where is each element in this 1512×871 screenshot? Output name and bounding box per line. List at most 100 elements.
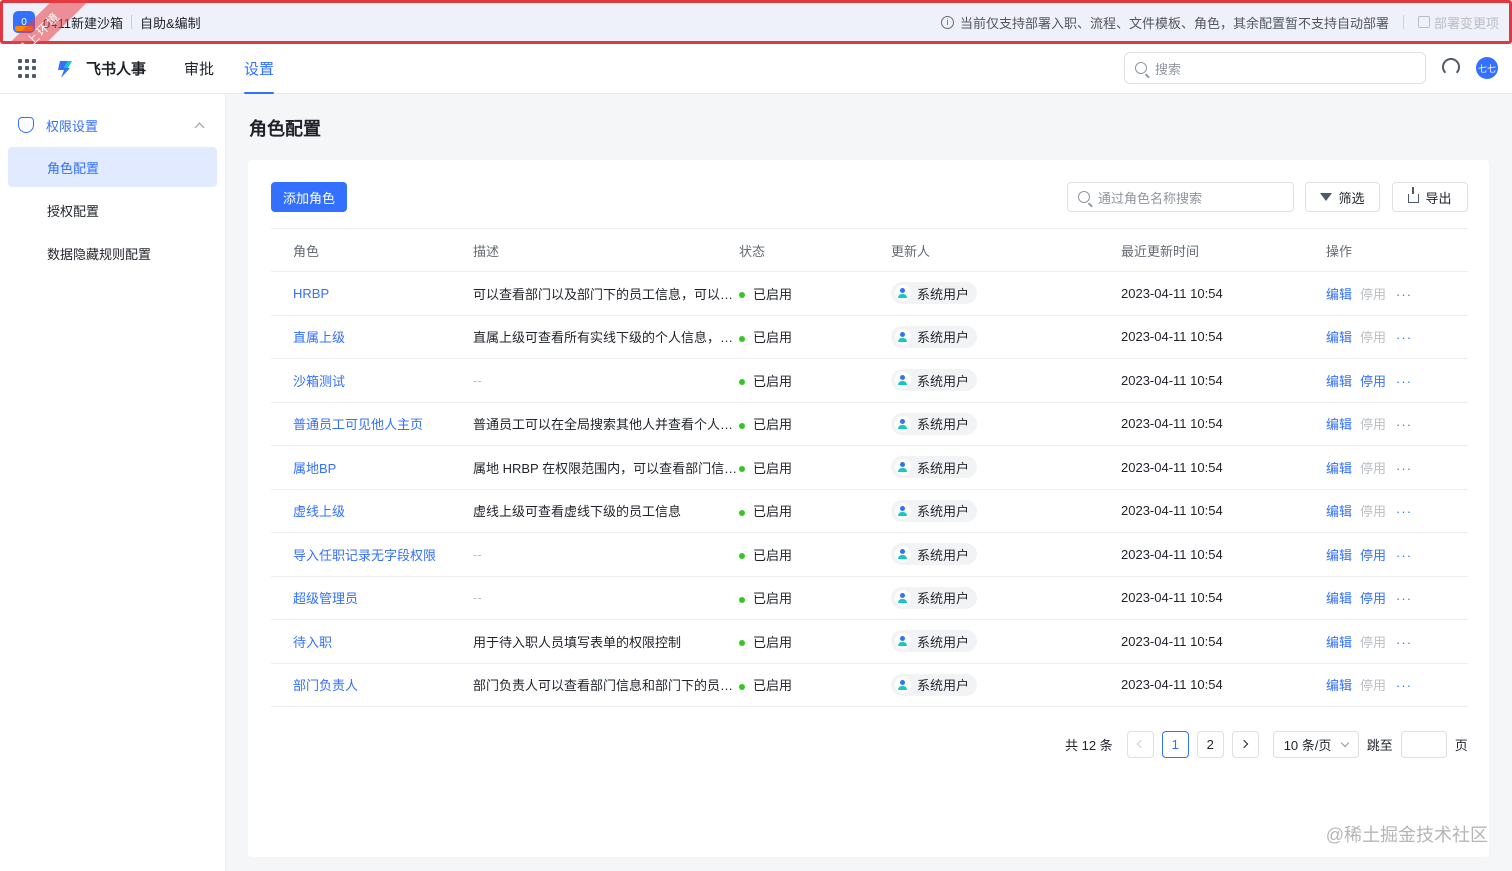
edit-button[interactable]: 编辑 xyxy=(1326,374,1352,389)
page-size-select[interactable]: 10 条/页 xyxy=(1272,730,1359,758)
status-dot-icon xyxy=(739,379,745,386)
filter-label: 筛选 xyxy=(1338,190,1365,206)
sidebar-item-auth-config[interactable]: 授权配置 xyxy=(8,190,217,230)
sandbox-mode[interactable]: 自助&编制 xyxy=(140,13,201,32)
user-tag: 系统用户 xyxy=(891,499,978,522)
page-button-1[interactable]: 1 xyxy=(1161,730,1189,758)
headset-icon[interactable] xyxy=(1442,58,1460,76)
role-actions: 编辑 停用 ··· xyxy=(1304,489,1468,533)
page-suffix: 页 xyxy=(1454,737,1468,753)
page-button-2[interactable]: 2 xyxy=(1196,730,1224,758)
more-icon[interactable]: ··· xyxy=(1396,591,1412,606)
disable-button: 停用 xyxy=(1360,460,1387,476)
role-description: 属地 HRBP 在权限范围内，可以查看部门信息… xyxy=(451,445,739,490)
more-icon[interactable]: ··· xyxy=(1396,548,1412,563)
table-row: 超级管理员 -- 已启用 系统用户 2023-04-11 10:54 编辑 停用 ··· xyxy=(271,576,1468,620)
system-user-icon xyxy=(895,372,911,389)
role-status: 已启用 xyxy=(739,489,869,533)
role-name-link[interactable]: 直属上级 xyxy=(271,315,451,359)
edit-button[interactable]: 编辑 xyxy=(1326,591,1352,606)
role-status: 已启用 xyxy=(739,315,869,359)
sandbox-badge-icon[interactable]: 0 xyxy=(13,11,35,33)
role-search-input[interactable]: 通过角色名称搜索 xyxy=(1067,182,1294,212)
status-dot-icon xyxy=(739,335,745,342)
prev-page-button[interactable] xyxy=(1126,730,1154,758)
updater-name: 系统用户 xyxy=(917,330,970,346)
system-user-icon xyxy=(895,502,911,519)
sidebar-item-role-config[interactable]: 角色配置 xyxy=(8,147,217,187)
role-updated-time: 2023-04-11 10:54 xyxy=(1099,358,1304,403)
edit-button[interactable]: 编辑 xyxy=(1326,461,1352,476)
next-page-button[interactable] xyxy=(1231,730,1259,758)
more-icon[interactable]: ··· xyxy=(1396,417,1412,432)
sidebar-group-permissions[interactable]: 权限设置 xyxy=(8,103,217,147)
role-actions: 编辑 停用 ··· xyxy=(1304,271,1468,316)
role-actions: 编辑 停用 ··· xyxy=(1304,532,1468,577)
role-actions: 编辑 停用 ··· xyxy=(1304,445,1468,490)
user-tag: 系统用户 xyxy=(891,630,978,653)
app-name[interactable]: 飞书人事 xyxy=(86,58,146,79)
table-row: HRBP 可以查看部门以及部门下的员工信息，可以发… 已启用 系统用户 2023-04-… xyxy=(271,271,1468,316)
more-icon[interactable]: ··· xyxy=(1396,504,1412,519)
page-size-value: 10 条/页 xyxy=(1283,737,1332,753)
role-description-text: -- xyxy=(473,546,482,562)
user-tag: 系统用户 xyxy=(891,369,978,392)
column-header-role: 角色 xyxy=(271,228,451,272)
shield-icon xyxy=(18,117,34,133)
tab-approval[interactable]: 审批 xyxy=(184,44,214,94)
sidebar-group-label: 权限设置 xyxy=(46,118,99,134)
add-role-button[interactable]: 添加角色 xyxy=(271,182,347,212)
role-name-link[interactable]: 部门负责人 xyxy=(271,663,451,707)
deploy-icon xyxy=(1417,16,1430,28)
more-icon[interactable]: ··· xyxy=(1396,678,1412,693)
role-name-link[interactable]: 超级管理员 xyxy=(271,576,451,620)
chevron-left-icon xyxy=(1136,739,1146,749)
role-updated-time: 2023-04-11 10:54 xyxy=(1099,532,1304,577)
more-icon[interactable]: ··· xyxy=(1396,287,1412,302)
role-actions: 编辑 停用 ··· xyxy=(1304,358,1468,403)
jump-label: 跳至 xyxy=(1366,737,1393,753)
export-button[interactable]: 导出 xyxy=(1392,182,1468,212)
more-icon[interactable]: ··· xyxy=(1396,461,1412,476)
sandbox-name[interactable]: 0411新建沙箱 xyxy=(43,13,123,32)
edit-button[interactable]: 编辑 xyxy=(1326,504,1352,519)
disable-button[interactable]: 停用 xyxy=(1360,548,1386,563)
app-grid-icon[interactable] xyxy=(18,58,38,79)
role-name-link[interactable]: 待入职 xyxy=(271,619,451,664)
disable-button[interactable]: 停用 xyxy=(1360,374,1386,389)
disable-button[interactable]: 停用 xyxy=(1360,591,1386,606)
top-nav: 飞书人事 审批 设置 搜索 七七 xyxy=(0,44,1512,94)
role-name-link[interactable]: 沙箱测试 xyxy=(271,358,451,403)
user-tag: 系统用户 xyxy=(891,412,978,435)
status-dot-icon xyxy=(739,683,745,690)
edit-button[interactable]: 编辑 xyxy=(1326,417,1352,432)
disable-button: 停用 xyxy=(1360,634,1387,650)
jump-page-input[interactable] xyxy=(1400,730,1447,758)
role-name-link[interactable]: 普通员工可见他人主页 xyxy=(271,402,451,446)
edit-button[interactable]: 编辑 xyxy=(1326,548,1352,563)
feishu-people-logo-icon xyxy=(58,60,72,78)
more-icon[interactable]: ··· xyxy=(1396,635,1412,650)
role-name-link[interactable]: 导入任职记录无字段权限 xyxy=(271,532,451,577)
global-search-input[interactable]: 搜索 xyxy=(1124,52,1426,84)
role-status: 已启用 xyxy=(739,576,869,620)
table-row: 虚线上级 虚线上级可查看虚线下级的员工信息 已启用 系统用户 2023-04-11 10… xyxy=(271,489,1468,533)
edit-button[interactable]: 编辑 xyxy=(1326,635,1352,650)
role-name-link[interactable]: 虚线上级 xyxy=(271,489,451,533)
updater-name: 系统用户 xyxy=(917,417,970,433)
role-name-link[interactable]: 属地BP xyxy=(271,445,451,490)
user-tag: 系统用户 xyxy=(891,543,978,566)
more-icon[interactable]: ··· xyxy=(1396,374,1412,389)
updater-name: 系统用户 xyxy=(917,547,970,563)
avatar[interactable]: 七七 xyxy=(1476,57,1498,79)
tab-settings[interactable]: 设置 xyxy=(244,44,275,94)
edit-button[interactable]: 编辑 xyxy=(1326,678,1352,693)
more-icon[interactable]: ··· xyxy=(1396,330,1412,345)
edit-button[interactable]: 编辑 xyxy=(1326,287,1352,302)
role-updated-time: 2023-04-11 10:54 xyxy=(1099,663,1304,707)
sidebar-item-data-hide-rules[interactable]: 数据隐藏规则配置 xyxy=(8,233,217,273)
deploy-changes-button[interactable]: 部署变更项 xyxy=(1417,13,1499,32)
filter-button[interactable]: 筛选 xyxy=(1305,182,1380,212)
role-name-link[interactable]: HRBP xyxy=(271,271,451,316)
edit-button[interactable]: 编辑 xyxy=(1326,330,1352,345)
